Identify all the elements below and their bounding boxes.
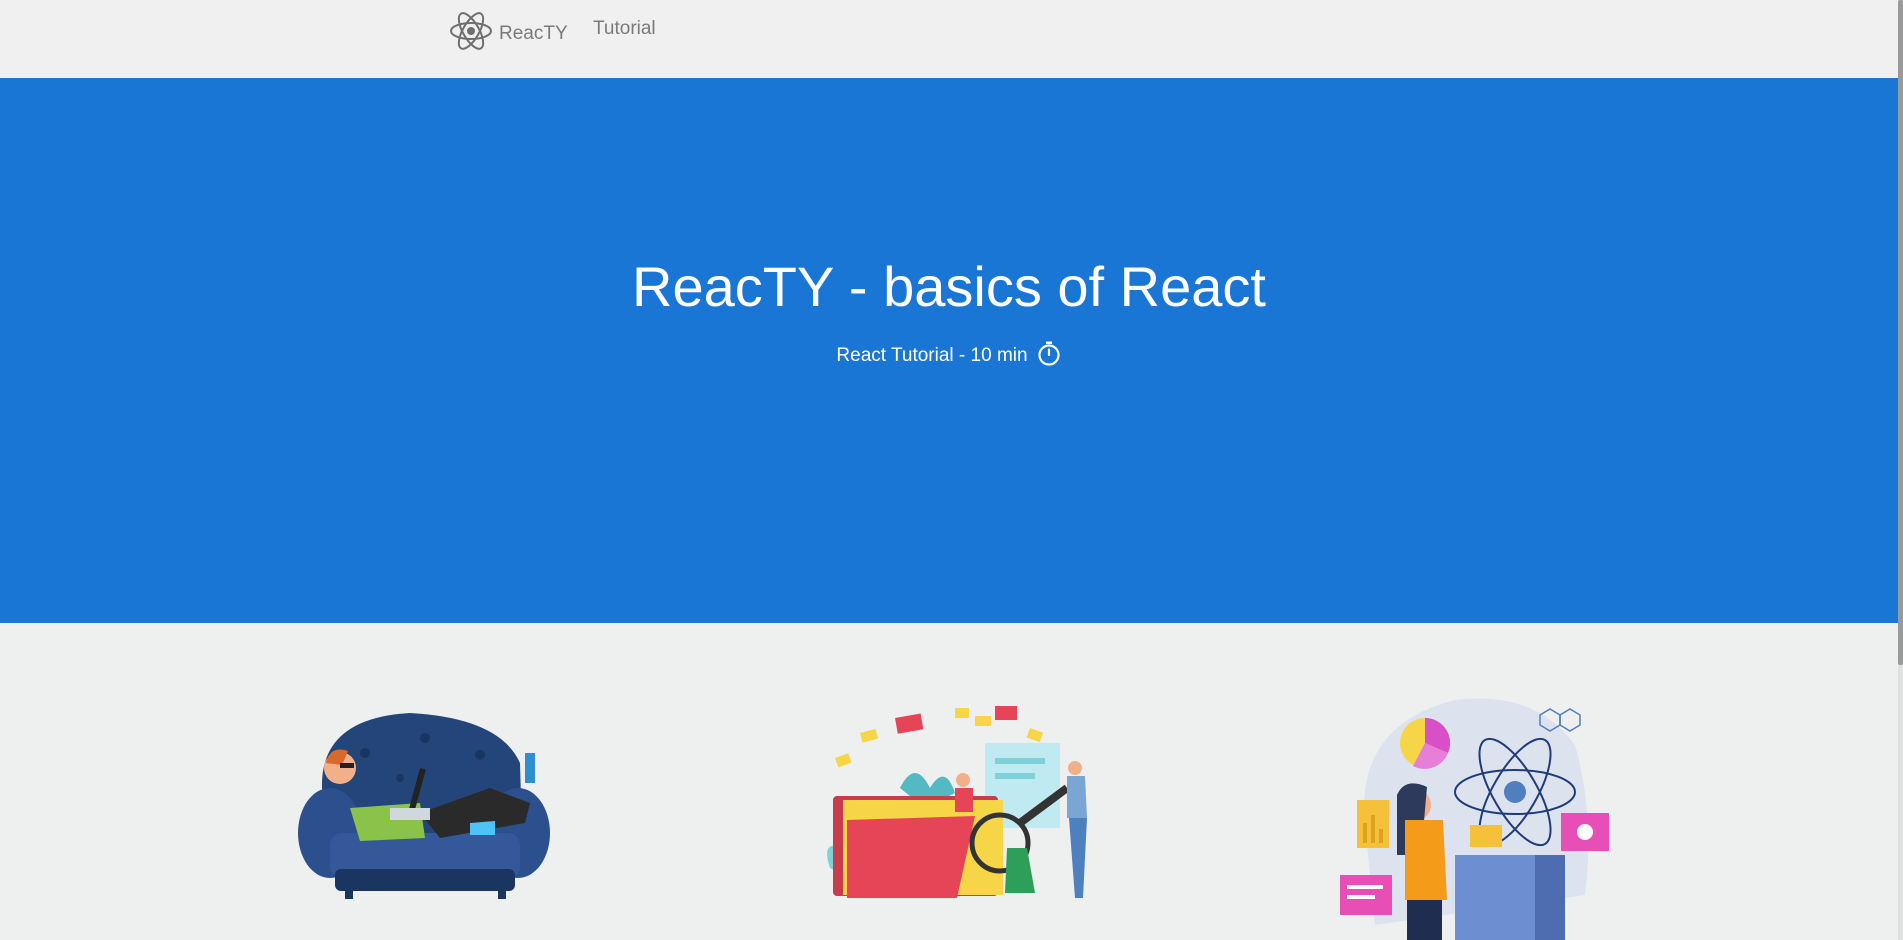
- hero-subtitle: React Tutorial - 10 min: [836, 345, 1028, 366]
- features-section: [0, 623, 1898, 940]
- folders-search-illustration: [805, 698, 1095, 908]
- navbar: ReacTY Tutorial: [0, 0, 1903, 78]
- person-on-couch-illustration: [290, 693, 555, 918]
- scrollbar-thumb[interactable]: [1898, 0, 1903, 665]
- react-atom-icon: [449, 9, 493, 58]
- hero-banner: ReacTY - basics of React React Tutorial …: [0, 78, 1898, 623]
- stopwatch-icon: [1028, 340, 1062, 372]
- brand-link[interactable]: ReacTY: [449, 9, 568, 58]
- brand-name: ReacTY: [499, 22, 568, 44]
- nav-link-tutorial[interactable]: Tutorial: [593, 18, 656, 40]
- page-scrollbar[interactable]: [1898, 0, 1903, 940]
- science-dashboard-illustration: [1335, 695, 1615, 940]
- hero-subtitle-row: React Tutorial - 10 min: [0, 340, 1898, 372]
- hero-title: ReacTY - basics of React: [632, 255, 1266, 318]
